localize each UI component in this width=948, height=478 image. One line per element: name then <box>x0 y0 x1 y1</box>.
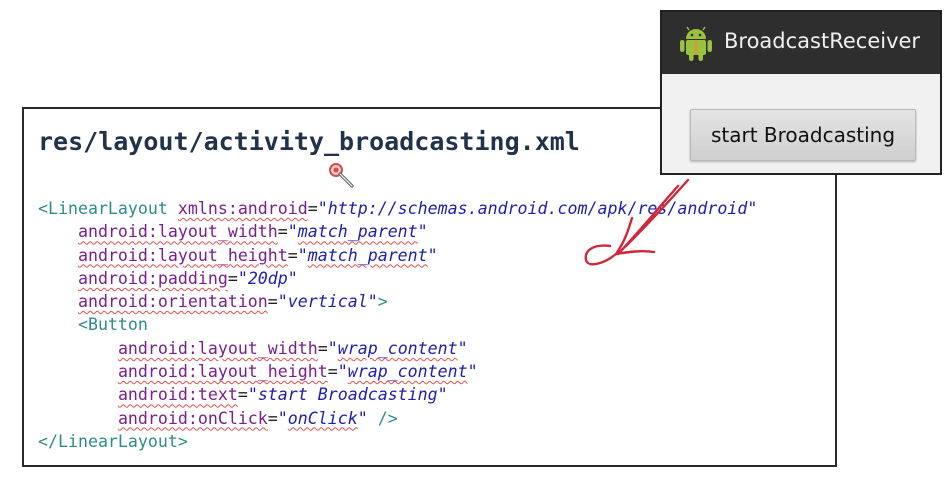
start-broadcasting-button[interactable]: start Broadcasting <box>690 109 916 161</box>
code-token-valsq: match_parent <box>307 245 428 265</box>
code-token-val: "20dp" <box>237 268 298 288</box>
code-line: android:orientation="vertical"> <box>38 290 757 313</box>
code-token-valsq: wrap_content <box>337 338 458 358</box>
code-token-sp <box>38 269 78 288</box>
code-token-sp <box>38 362 118 381</box>
code-token-tag: </LinearLayout <box>38 431 178 451</box>
code-token-sp <box>168 199 178 218</box>
code-token-val: " <box>457 338 468 358</box>
code-line: android:onClick="onClick" /> <box>38 407 757 430</box>
code-token-sp <box>38 292 78 311</box>
code-token-sp <box>38 385 118 404</box>
code-token-attr: android:text <box>117 385 238 405</box>
handwritten-arrow-annotation <box>584 178 690 266</box>
code-token-eq: = <box>327 362 338 382</box>
code-token-attr: android:layout_width <box>77 222 278 242</box>
code-token-eq: = <box>277 222 288 242</box>
code-token-val: " <box>427 245 438 265</box>
code-token-val: " <box>277 408 288 428</box>
code-token-val: " <box>297 245 308 265</box>
code-token-valsq: match_parent <box>297 222 418 242</box>
code-token-val: " <box>327 338 338 358</box>
action-bar: BroadcastReceiver <box>662 12 940 74</box>
code-token-attr: xmlns:android <box>177 199 308 218</box>
code-token-eq: = <box>237 385 248 405</box>
code-token-eq: = <box>317 338 328 358</box>
code-token-attr: android:onClick <box>117 408 268 428</box>
code-token-valsq: onClick <box>287 408 358 428</box>
code-token-tag: <LinearLayout <box>38 199 168 218</box>
code-line: </LinearLayout> <box>38 430 757 453</box>
code-token-eq: = <box>287 245 298 265</box>
code-token-val: " <box>417 222 428 242</box>
code-line: android:text="start Broadcasting" <box>38 383 757 406</box>
code-token-eq: = <box>267 292 278 312</box>
code-token-punct: > <box>177 431 188 451</box>
code-token-valsq: wrap_content <box>347 362 468 382</box>
code-token-val: " <box>287 222 298 242</box>
android-robot-icon <box>680 26 712 61</box>
code-token-eq: = <box>227 268 238 288</box>
code-token-attr: android:layout_height <box>77 245 288 265</box>
code-token-sp <box>38 315 78 334</box>
code-token-val: "start Broadcasting" <box>247 385 448 405</box>
code-token-eq: = <box>307 199 318 218</box>
code-token-val: "http://schemas.android.com/apk/res/andr… <box>317 199 758 218</box>
code-line: <Button <box>38 313 757 336</box>
code-token-sp <box>38 409 118 428</box>
app-title: BroadcastReceiver <box>724 29 921 53</box>
code-token-sp <box>38 246 78 265</box>
code-token-val: " <box>357 408 368 428</box>
code-token-val: "vertical" <box>277 292 378 312</box>
code-token-attr: android:orientation <box>77 292 268 312</box>
file-path-title: res/layout/activity_broadcasting.xml <box>38 127 580 156</box>
code-token-punct: > <box>377 292 388 312</box>
code-token-punct: /> <box>367 408 398 428</box>
code-token-attr: android:padding <box>77 268 228 288</box>
magnifier-cursor-icon <box>329 163 354 188</box>
code-token-val: " <box>467 362 478 382</box>
code-token-attr: android:layout_height <box>117 362 328 382</box>
code-token-val: " <box>337 362 348 382</box>
code-token-attr: android:layout_width <box>117 338 318 358</box>
video-slide: res/layout/activity_broadcasting.xml <Li… <box>0 0 948 478</box>
code-token-eq: = <box>267 408 278 428</box>
code-token-sp <box>38 339 118 358</box>
code-token-sp <box>38 222 78 241</box>
code-token-tag: <Button <box>77 315 148 335</box>
emulator-window: BroadcastReceiver start Broadcasting <box>660 10 942 175</box>
code-line: android:layout_height="wrap_content" <box>38 360 757 383</box>
code-line: android:layout_width="wrap_content" <box>38 337 757 360</box>
